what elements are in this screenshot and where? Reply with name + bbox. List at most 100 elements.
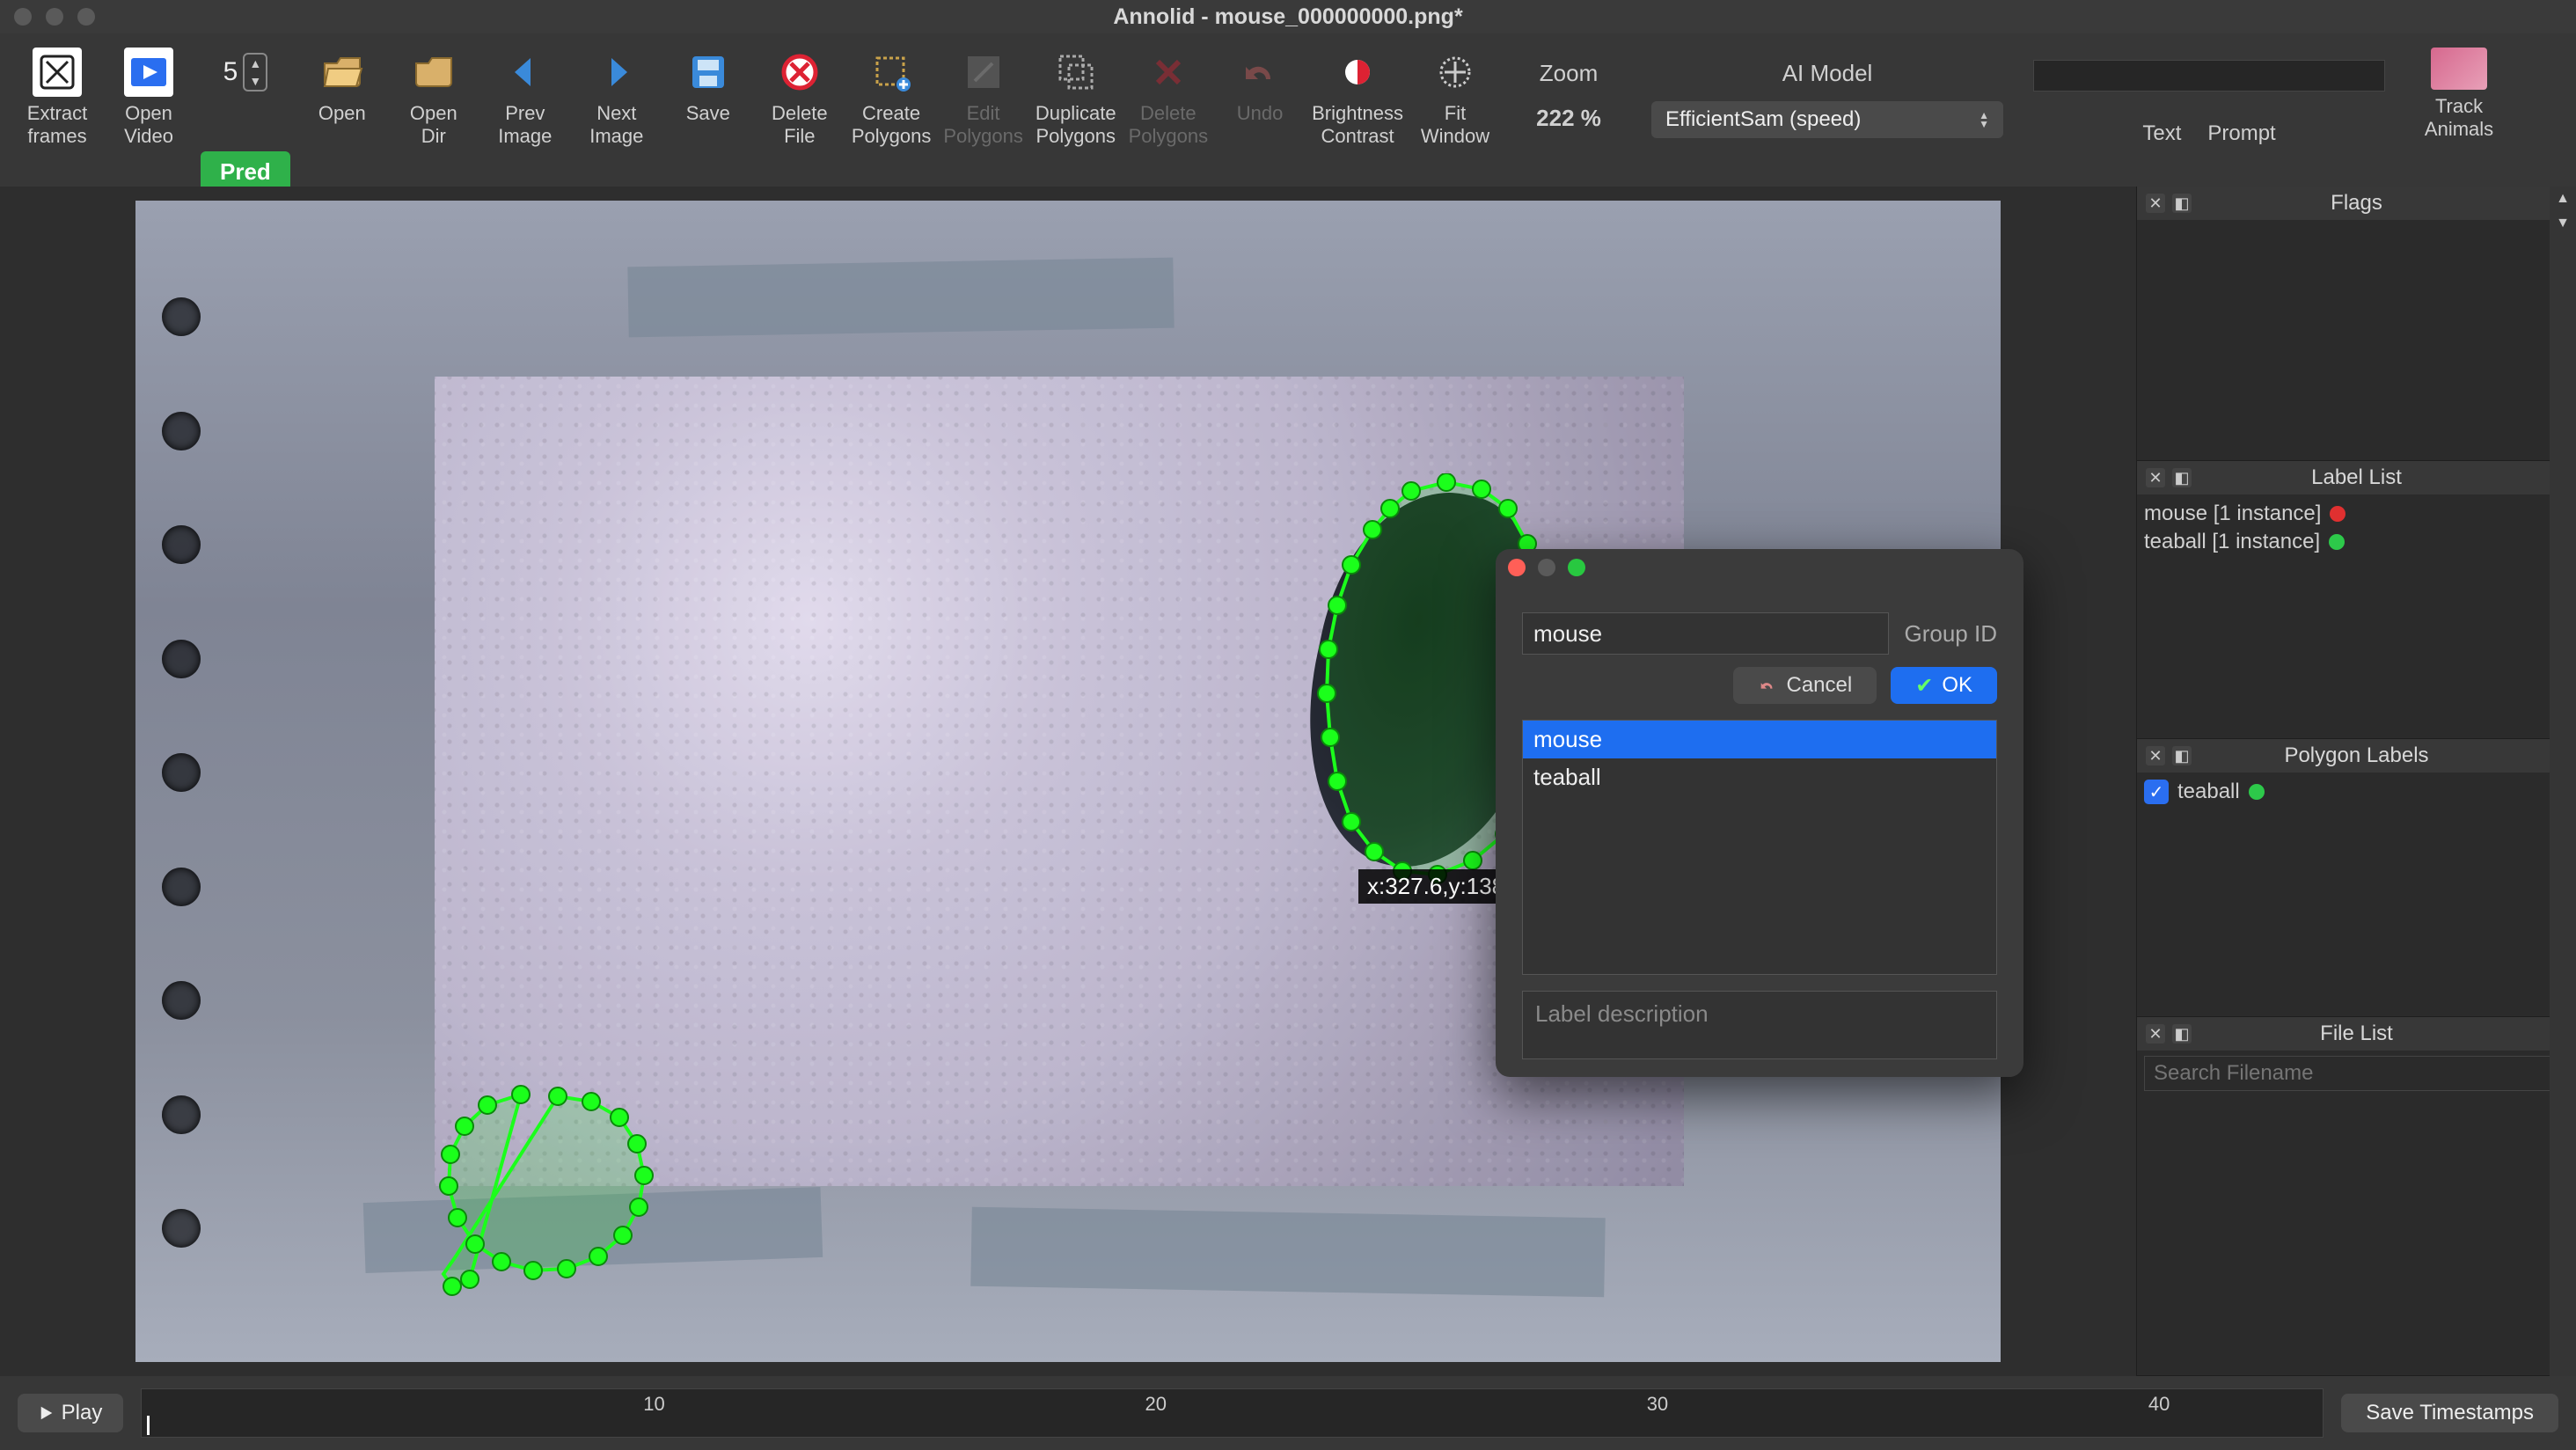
open-video-button[interactable]: Open Video	[109, 42, 188, 148]
panel-undock-icon[interactable]: ◧	[2172, 194, 2192, 213]
label-list-item-text: mouse [1 instance]	[2144, 502, 2321, 526]
save-label: Save	[686, 102, 730, 125]
open-video-label: Open Video	[124, 102, 173, 148]
timeline-tick: 10	[643, 1393, 664, 1416]
label-description-input[interactable]: Label description	[1522, 991, 1997, 1059]
dialog-zoom-icon[interactable]	[1568, 559, 1585, 576]
color-swatch-icon	[2249, 784, 2265, 800]
dialog-titlebar[interactable]	[1496, 549, 2023, 586]
extract-frames-label: Extract frames	[27, 102, 87, 148]
right-scrollbar[interactable]: ▲ ▼	[2550, 187, 2576, 1376]
delete-file-icon	[775, 48, 824, 97]
duplicate-polygons-button[interactable]: Duplicate Polygons	[1036, 42, 1116, 148]
create-polygons-button[interactable]: Create Polygons	[852, 42, 932, 148]
prompt-prompt-label: Prompt	[2207, 121, 2275, 146]
undo-icon	[1758, 676, 1777, 695]
track-animals-button[interactable]: Track Animals	[2406, 42, 2512, 141]
brightness-contrast-icon	[1333, 48, 1382, 97]
duplicate-polygons-label: Duplicate Polygons	[1036, 102, 1116, 148]
duplicate-polygons-icon	[1051, 48, 1101, 97]
open-dir-button[interactable]: Open Dir	[394, 42, 473, 148]
delete-file-button[interactable]: Delete File	[760, 42, 839, 148]
enclosure-holes	[162, 297, 232, 1248]
fit-window-button[interactable]: Fit Window	[1416, 42, 1495, 148]
create-polygons-icon	[867, 48, 916, 97]
save-button[interactable]: Save	[669, 42, 748, 125]
extract-frames-icon	[33, 48, 82, 97]
flags-body[interactable]	[2137, 220, 2576, 460]
check-icon: ✔	[1915, 673, 1933, 699]
window-title: Annolid - mouse_000000000.png*	[1113, 4, 1462, 30]
file-search-input[interactable]	[2144, 1056, 2569, 1091]
arrow-right-icon	[592, 48, 641, 97]
play-label: Play	[62, 1401, 103, 1425]
titlebar: Annolid - mouse_000000000.png*	[0, 0, 2576, 33]
next-image-label: Next Image	[589, 102, 643, 148]
open-dir-label: Open Dir	[410, 102, 457, 148]
undo-icon	[1235, 48, 1284, 97]
label-list-item[interactable]: teaball [1 instance]	[2144, 528, 2569, 556]
file-list-body[interactable]	[2137, 1051, 2576, 1375]
label-list-body[interactable]: mouse [1 instance] teaball [1 instance]	[2137, 494, 2576, 738]
play-icon	[39, 1405, 55, 1421]
delete-polygons-icon	[1144, 48, 1193, 97]
panel-undock-icon[interactable]: ◧	[2172, 746, 2192, 765]
prev-image-button[interactable]: Prev Image	[486, 42, 565, 148]
next-image-button[interactable]: Next Image	[577, 42, 656, 148]
dialog-close-icon[interactable]	[1508, 559, 1526, 576]
ai-model-section: AI Model EfficientSam (speed) ▲▼	[1643, 60, 2012, 138]
file-list-title: File List	[2320, 1022, 2393, 1046]
panel-undock-icon[interactable]: ◧	[2172, 468, 2192, 487]
brightness-contrast-button[interactable]: Brightness Contrast	[1312, 42, 1403, 148]
checkbox[interactable]: ✓	[2144, 780, 2169, 804]
ai-model-label: AI Model	[1782, 60, 1873, 87]
zoom-value[interactable]: 222 %	[1536, 105, 1601, 132]
stepper-arrows-icon[interactable]: ▲▼	[243, 53, 267, 92]
group-id-label[interactable]: Group ID	[1905, 620, 1998, 648]
window-close-icon[interactable]	[14, 8, 32, 26]
scroll-up-icon[interactable]: ▲	[2550, 187, 2576, 211]
panel-undock-icon[interactable]: ◧	[2172, 1024, 2192, 1044]
label-option[interactable]: teaball	[1523, 758, 1996, 796]
play-button[interactable]: Play	[18, 1394, 123, 1432]
ai-model-select[interactable]: EfficientSam (speed) ▲▼	[1651, 101, 2003, 138]
label-list-item-text: teaball [1 instance]	[2144, 530, 2320, 554]
window-zoom-icon[interactable]	[77, 8, 95, 26]
polygon-teaball[interactable]	[435, 1080, 681, 1309]
brightness-contrast-label: Brightness Contrast	[1312, 102, 1403, 148]
color-swatch-icon	[2330, 506, 2345, 522]
timeline-tick: 40	[2148, 1393, 2170, 1416]
prompt-input[interactable]	[2033, 60, 2385, 92]
panel-close-icon[interactable]: ✕	[2146, 1024, 2165, 1044]
polygon-label-item[interactable]: ✓ teaball	[2144, 778, 2569, 806]
polygon-label-text: teaball	[2177, 780, 2240, 804]
timeline-tick: 20	[1145, 1393, 1166, 1416]
polygon-labels-body[interactable]: ✓ teaball	[2137, 773, 2576, 1016]
frame-step-stepper[interactable]: 5 ▲▼ Pred	[201, 42, 290, 193]
panel-close-icon[interactable]: ✕	[2146, 194, 2165, 213]
fit-window-label: Fit Window	[1421, 102, 1489, 148]
label-name-input[interactable]	[1522, 612, 1889, 655]
file-list-panel: ✕ ◧ File List	[2137, 1017, 2576, 1376]
open-button[interactable]: Open	[303, 42, 382, 125]
window-minimize-icon[interactable]	[46, 8, 63, 26]
label-options-list[interactable]: mouseteaball	[1522, 720, 1997, 975]
ok-button[interactable]: ✔ OK	[1891, 667, 1997, 704]
label-list-title: Label List	[2311, 465, 2402, 490]
label-option[interactable]: mouse	[1523, 721, 1996, 758]
scroll-down-icon[interactable]: ▼	[2550, 211, 2576, 236]
delete-polygons-label: Delete Polygons	[1129, 102, 1209, 148]
cancel-button[interactable]: Cancel	[1733, 667, 1877, 704]
panel-close-icon[interactable]: ✕	[2146, 746, 2165, 765]
main-area: x:327.6,y:138.3 ✕◧ Flags ✕◧ Label List m…	[0, 187, 2576, 1376]
ai-model-value: EfficientSam (speed)	[1665, 107, 1861, 132]
extract-frames-button[interactable]: Extract frames	[18, 42, 97, 148]
panel-close-icon[interactable]: ✕	[2146, 468, 2165, 487]
label-list-item[interactable]: mouse [1 instance]	[2144, 500, 2569, 528]
timeline[interactable]: 10203040	[141, 1388, 2324, 1438]
flags-title: Flags	[2331, 191, 2382, 216]
track-animals-label: Track Animals	[2425, 95, 2493, 141]
timeline-cursor[interactable]	[147, 1416, 150, 1435]
save-timestamps-button[interactable]: Save Timestamps	[2341, 1394, 2558, 1432]
prompt-text-label: Text	[2142, 121, 2181, 146]
